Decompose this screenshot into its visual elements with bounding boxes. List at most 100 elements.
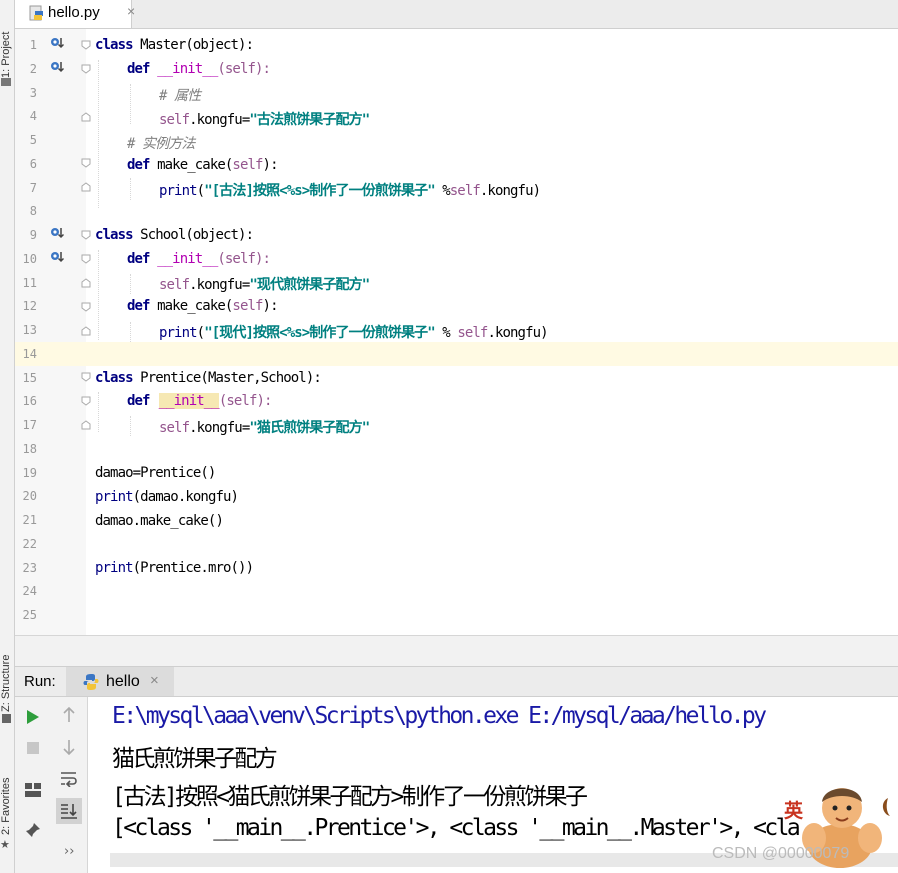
line-number: 4 <box>29 109 37 124</box>
fold-icon[interactable] <box>81 182 91 192</box>
rerun-icon[interactable] <box>26 709 40 725</box>
overridden-method-icon[interactable] <box>50 226 64 240</box>
indent-guide <box>130 416 131 436</box>
code-line-5[interactable]: # 实例方法 <box>127 133 195 153</box>
line-number: 1 <box>29 38 37 52</box>
code-line-11[interactable]: self.kongfu="现代煎饼果子配方" <box>159 274 370 294</box>
current-line-highlight <box>15 342 898 366</box>
code-line-20[interactable]: print(damao.kongfu) <box>95 489 239 505</box>
project-tool-button[interactable]: 1: Project <box>0 8 14 78</box>
fold-icon[interactable] <box>81 158 91 168</box>
layout-icon[interactable] <box>25 783 41 797</box>
run-tab-label: hello <box>106 673 140 690</box>
code-line-16[interactable]: def __init__(self): <box>127 393 272 409</box>
fold-icon[interactable] <box>81 396 91 406</box>
code-line-15[interactable]: class Prentice(Master,School): <box>95 370 322 386</box>
line-number: 19 <box>22 465 37 480</box>
indent-guide <box>130 274 131 294</box>
indent-guide <box>130 322 131 342</box>
console-line: [<class '__main__.Prentice'>, <class '__… <box>112 815 801 841</box>
fold-icon[interactable] <box>81 278 91 288</box>
line-number: 9 <box>29 228 37 242</box>
close-icon[interactable]: × <box>127 3 135 19</box>
line-number: 8 <box>29 204 37 219</box>
arrow-up-icon[interactable] <box>62 707 76 723</box>
code-line-23[interactable]: print(Prentice.mro()) <box>95 560 254 576</box>
run-controls <box>15 697 53 873</box>
code-line-2[interactable]: def __init__(self): <box>127 61 271 77</box>
line-number: 20 <box>22 489 37 504</box>
line-number: 11 <box>22 275 37 290</box>
favorites-tool-button[interactable]: 2: Favorites <box>0 755 14 835</box>
overridden-method-icon[interactable] <box>50 36 64 50</box>
code-line-9[interactable]: class School(object): <box>95 227 254 243</box>
code-line-13[interactable]: print("[现代]按照<%s>制作了一份煎饼果子" % self.kongf… <box>159 322 549 342</box>
indent-guide <box>98 250 99 340</box>
code-line-7[interactable]: print("[古法]按照<%s>制作了一份煎饼果子" %self.kongfu… <box>159 180 541 200</box>
python-file-icon <box>29 5 43 21</box>
line-number: 17 <box>22 418 37 432</box>
code-line-3[interactable]: # 属性 <box>159 85 201 105</box>
star-icon: ★ <box>0 838 10 851</box>
indent-guide <box>98 392 99 432</box>
tab-label: hello.py <box>48 4 100 21</box>
fold-icon[interactable] <box>81 230 91 240</box>
line-number: 12 <box>22 299 37 314</box>
line-number: 10 <box>22 251 37 266</box>
code-line-4[interactable]: self.kongfu="古法煎饼果子配方" <box>159 109 370 129</box>
arrow-down-icon[interactable] <box>62 739 76 755</box>
panel-splitter[interactable] <box>15 635 898 667</box>
structure-tool-button[interactable]: Z: Structure <box>0 630 14 712</box>
left-tool-strip: 1: Project Z: Structure 2: Favorites ★ <box>0 0 15 873</box>
line-number: 7 <box>29 180 37 195</box>
structure-icon <box>2 714 11 723</box>
folder-icon <box>1 78 11 86</box>
run-tab-hello[interactable]: hello × <box>66 667 174 696</box>
indent-guide <box>130 178 131 200</box>
more-icon[interactable]: ›› <box>64 844 74 859</box>
close-icon[interactable]: × <box>150 672 159 689</box>
code-line-1[interactable]: class Master(object): <box>95 37 254 53</box>
scroll-to-end-toggle[interactable] <box>56 798 82 824</box>
line-number: 14 <box>22 346 37 361</box>
fold-icon[interactable] <box>81 372 91 382</box>
indent-guide <box>98 60 99 208</box>
overridden-method-icon[interactable] <box>50 250 64 264</box>
line-number: 23 <box>22 560 37 575</box>
scroll-to-end-icon <box>61 804 77 819</box>
line-number: 18 <box>22 441 37 456</box>
pin-icon[interactable] <box>25 822 41 838</box>
fold-icon[interactable] <box>81 302 91 312</box>
stop-icon[interactable] <box>27 742 39 754</box>
editor-tab-hello-py[interactable]: hello.py × <box>15 0 135 28</box>
code-line-17[interactable]: self.kongfu="猫氏煎饼果子配方" <box>159 417 370 437</box>
fold-icon[interactable] <box>81 40 91 50</box>
line-number: 15 <box>22 370 37 385</box>
line-number: 3 <box>29 85 37 100</box>
indent-guide <box>130 84 131 124</box>
line-number: 21 <box>22 513 37 527</box>
line-number: 13 <box>22 323 37 337</box>
editor-tab-bar <box>15 0 898 29</box>
console-line: [古法]按照<猫氏煎饼果子配方>制作了一份煎饼果子 <box>112 784 588 810</box>
code-line-21[interactable]: damao.make_cake() <box>95 513 224 529</box>
fold-icon[interactable] <box>81 326 91 336</box>
fold-icon[interactable] <box>81 254 91 264</box>
code-line-10[interactable]: def __init__(self): <box>127 251 271 267</box>
line-number: 2 <box>29 61 37 76</box>
overridden-method-icon[interactable] <box>50 60 64 74</box>
soft-wrap-icon[interactable] <box>60 771 78 787</box>
line-number: 22 <box>22 536 37 551</box>
line-number: 16 <box>22 394 37 409</box>
line-number: 6 <box>29 156 37 171</box>
line-number: 24 <box>22 584 37 599</box>
code-line-12[interactable]: def make_cake(self): <box>127 298 279 314</box>
fold-icon[interactable] <box>81 420 91 430</box>
fold-icon[interactable] <box>81 64 91 74</box>
line-number: 5 <box>29 133 37 147</box>
fold-icon[interactable] <box>81 112 91 122</box>
python-icon <box>83 674 99 690</box>
code-line-19[interactable]: damao=Prentice() <box>95 465 216 481</box>
console-line: 猫氏煎饼果子配方 <box>112 746 278 772</box>
code-line-6[interactable]: def make_cake(self): <box>127 157 279 173</box>
